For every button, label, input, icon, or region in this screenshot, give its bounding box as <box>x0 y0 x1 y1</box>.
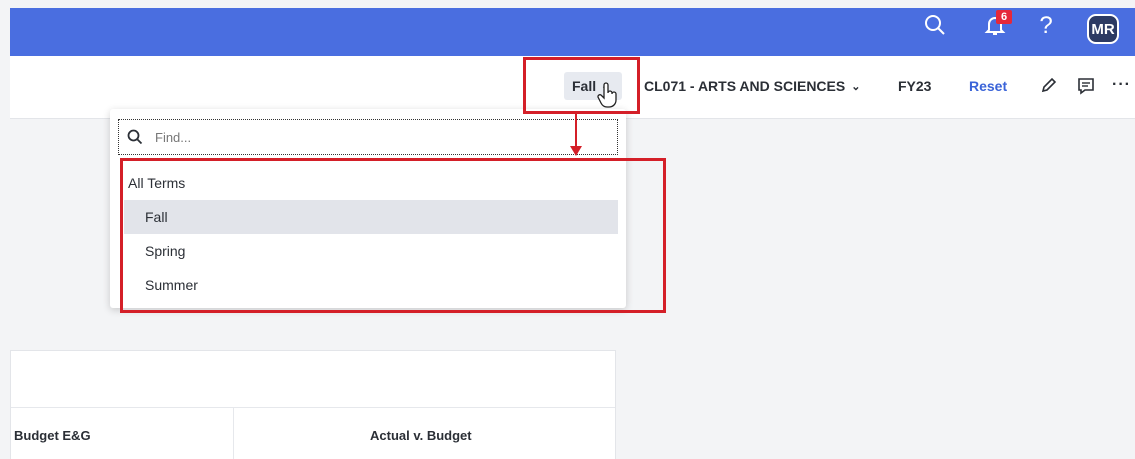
top-navigation-bar <box>10 8 1135 56</box>
comment-icon[interactable] <box>1076 76 1096 96</box>
organization-filter-button[interactable]: CL071 - ARTS AND SCIENCES ⌄ <box>644 72 860 100</box>
dropdown-search-input[interactable] <box>153 128 577 146</box>
column-header-actual: Actual v. Budget <box>370 428 472 443</box>
pencil-icon[interactable] <box>1040 76 1058 94</box>
dropdown-search-box[interactable] <box>118 119 618 155</box>
column-header-budget: Budget E&G <box>14 428 91 443</box>
help-icon[interactable]: ? <box>1034 12 1058 40</box>
chevron-down-icon: ⌄ <box>851 80 861 93</box>
search-icon <box>127 129 143 145</box>
reset-button[interactable]: Reset <box>969 78 1007 94</box>
fiscal-year-filter[interactable]: FY23 <box>898 78 931 94</box>
annotation-arrow <box>575 114 577 148</box>
search-icon[interactable] <box>922 12 948 38</box>
annotation-arrow-head <box>570 146 582 156</box>
more-options-icon[interactable]: ··· <box>1112 76 1131 94</box>
table-divider <box>11 407 615 408</box>
column-divider <box>233 407 234 459</box>
organization-filter-label: CL071 - ARTS AND SCIENCES <box>644 78 846 94</box>
notification-badge: 6 <box>996 10 1012 24</box>
avatar[interactable]: MR <box>1087 14 1119 44</box>
summary-table-card <box>10 350 616 459</box>
annotation-highlight-term-button <box>523 57 640 114</box>
annotation-highlight-options <box>120 158 666 313</box>
